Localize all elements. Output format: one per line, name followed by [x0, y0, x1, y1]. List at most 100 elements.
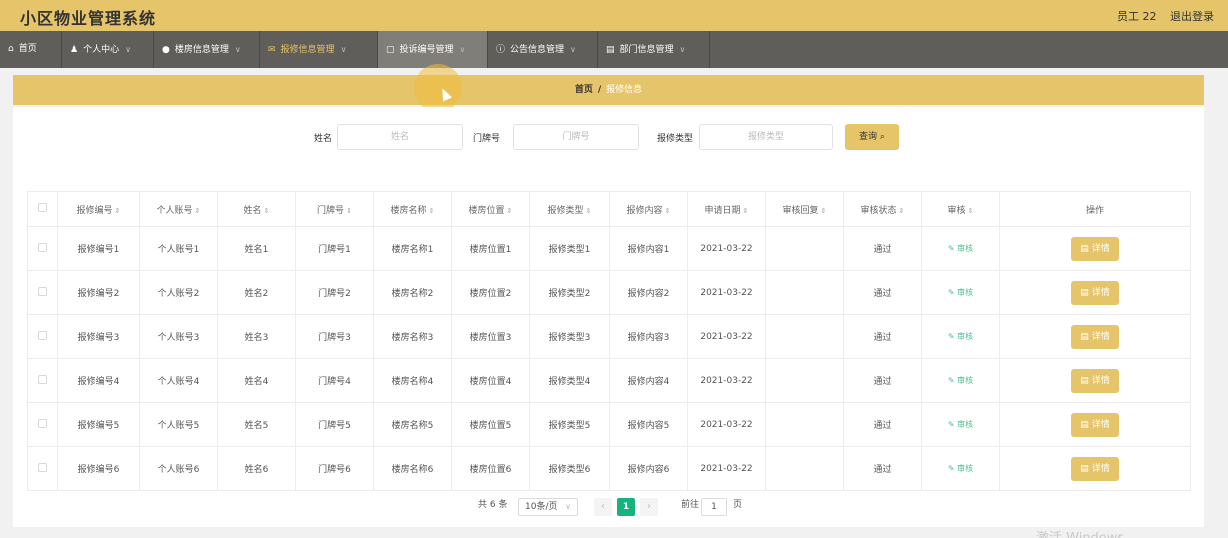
nav-notice[interactable]: ⓘ 公告信息管理 ∨ [488, 31, 598, 68]
cell-account: 个人账号6 [139, 446, 218, 491]
cell-door-no: 门牌号3 [295, 314, 374, 359]
cell-building-name: 楼房名称6 [373, 446, 452, 491]
nav-building-info[interactable]: ● 楼房信息管理 ∨ [154, 31, 260, 68]
door-input[interactable]: 门牌号 [513, 124, 639, 150]
edit-icon: ✎ [947, 376, 955, 385]
home-icon: ⌂ [8, 44, 14, 54]
repair-type-input[interactable]: 报修类型 [699, 124, 833, 150]
cell-repair-no: 报修编号2 [57, 270, 140, 315]
row-checkbox[interactable] [38, 330, 47, 340]
cell-repair-type: 报修类型2 [529, 270, 610, 315]
detail-button[interactable]: ▤ 详情 [1071, 412, 1119, 437]
cell-apply-date: 2021-03-22 [687, 358, 766, 403]
detail-button[interactable]: ▤ 详情 [1071, 456, 1119, 481]
audit-link[interactable]: ✎ 审核 [948, 464, 973, 473]
document-icon: ▤ [1080, 331, 1089, 342]
sort-icon: ⇕ [346, 206, 352, 215]
col-building-name[interactable]: 楼房名称 ⇕ [373, 191, 452, 227]
audit-link[interactable]: ✎ 审核 [948, 332, 973, 341]
cell-repair-no: 报修编号1 [57, 226, 140, 271]
breadcrumb-current: 报修信息 [606, 85, 643, 95]
row-checkbox-cell [27, 226, 58, 271]
breadcrumb-home[interactable]: 首页 [575, 85, 593, 95]
col-repair-no[interactable]: 报修编号 ⇕ [57, 191, 140, 227]
nav-home[interactable]: ⌂ 首页 [0, 31, 62, 68]
header-label: 报修内容 [626, 205, 663, 216]
cell-actions: ▤ 详情 [999, 402, 1191, 447]
select-all-checkbox[interactable] [38, 203, 47, 212]
cell-repair-no: 报修编号3 [57, 314, 140, 359]
header-label: 审核状态 [860, 205, 897, 216]
col-audit-reply[interactable]: 审核回复 ⇕ [765, 191, 844, 227]
sort-icon: ⇕ [742, 206, 749, 215]
nav-label: 楼房信息管理 [174, 45, 229, 55]
detail-button[interactable]: ▤ 详情 [1071, 324, 1119, 349]
name-input[interactable]: 姓名 [337, 124, 463, 150]
col-name[interactable]: 姓名 ⇕ [217, 191, 296, 227]
row-checkbox-cell [27, 358, 58, 403]
col-account[interactable]: 个人账号 ⇕ [139, 191, 218, 227]
cell-audit-status: 通过 [843, 446, 922, 491]
detail-button[interactable]: ▤ 详情 [1071, 280, 1119, 305]
sort-icon: ⇕ [114, 206, 121, 215]
search-button[interactable]: 查询 ⌕ [845, 124, 899, 150]
row-checkbox[interactable] [38, 462, 47, 472]
page-size-value: 10条/页 [525, 502, 558, 512]
nav-personal-center[interactable]: ♟ 个人中心 ∨ [62, 31, 154, 68]
edit-icon: ✎ [947, 244, 955, 253]
audit-link[interactable]: ✎ 审核 [948, 376, 973, 385]
audit-link[interactable]: ✎ 审核 [948, 420, 973, 429]
page-size-select[interactable]: 10条/页 ∨ [518, 498, 578, 516]
cell-audit: ✎ 审核 [921, 446, 1000, 491]
cell-building-location: 楼房位置2 [451, 270, 530, 315]
header-label: 审核 [947, 205, 966, 216]
detail-button-label: 详情 [1091, 419, 1110, 430]
detail-button[interactable]: ▤ 详情 [1071, 236, 1119, 261]
cell-actions: ▤ 详情 [999, 314, 1191, 359]
nav-complaint[interactable]: ▢ 投诉编号管理 ∨ [378, 31, 488, 68]
cell-audit: ✎ 审核 [921, 358, 1000, 403]
user-icon: ♟ [70, 45, 79, 55]
next-page-button[interactable]: › [640, 498, 658, 516]
cell-building-name: 楼房名称5 [373, 402, 452, 447]
prev-page-button[interactable]: ‹ [594, 498, 612, 516]
page-number-1[interactable]: 1 [617, 498, 635, 516]
nav-label: 部门信息管理 [619, 45, 674, 55]
audit-link[interactable]: ✎ 审核 [948, 288, 973, 297]
door-label: 门牌号 [473, 134, 501, 144]
cell-actions: ▤ 详情 [999, 270, 1191, 315]
col-door-no[interactable]: 门牌号 ⇕ [295, 191, 374, 227]
cell-apply-date: 2021-03-22 [687, 314, 766, 359]
col-repair-type[interactable]: 报修类型 ⇕ [529, 191, 610, 227]
audit-link[interactable]: ✎ 审核 [948, 244, 973, 253]
chevron-down-icon: ∨ [459, 45, 466, 54]
row-checkbox[interactable] [38, 286, 47, 296]
col-apply-date[interactable]: 申请日期 ⇕ [687, 191, 766, 227]
nav-label: 投诉编号管理 [399, 45, 454, 55]
detail-button[interactable]: ▤ 详情 [1071, 368, 1119, 393]
header-label: 操作 [1085, 205, 1104, 216]
cell-building-location: 楼房位置6 [451, 446, 530, 491]
mail-icon: ✉ [268, 45, 276, 55]
nav-repair-info[interactable]: ✉ 报修信息管理 ∨ [260, 31, 378, 68]
row-checkbox[interactable] [38, 418, 47, 428]
col-audit-status[interactable]: 审核状态 ⇕ [843, 191, 922, 227]
goto-page-input[interactable]: 1 [701, 498, 727, 516]
col-building-location[interactable]: 楼房位置 ⇕ [451, 191, 530, 227]
row-checkbox[interactable] [38, 374, 47, 384]
detail-button-label: 详情 [1091, 463, 1110, 474]
sort-icon: ⇕ [263, 206, 270, 215]
col-repair-content[interactable]: 报修内容 ⇕ [609, 191, 688, 227]
document-icon: ▤ [1080, 375, 1089, 386]
cell-repair-type: 报修类型5 [529, 402, 610, 447]
col-audit[interactable]: 审核 ⇕ [921, 191, 1000, 227]
nav-department[interactable]: ▤ 部门信息管理 ∨ [598, 31, 710, 68]
breadcrumb-separator: / [597, 85, 602, 95]
user-area: 员工 22 退出登录 [1107, 8, 1214, 24]
row-checkbox[interactable] [38, 242, 47, 252]
nav-label: 首页 [18, 44, 37, 54]
cell-apply-date: 2021-03-22 [687, 226, 766, 271]
logout-link[interactable]: 退出登录 [1170, 10, 1214, 23]
cell-audit-status: 通过 [843, 358, 922, 403]
document-icon: ▤ [1080, 419, 1089, 430]
